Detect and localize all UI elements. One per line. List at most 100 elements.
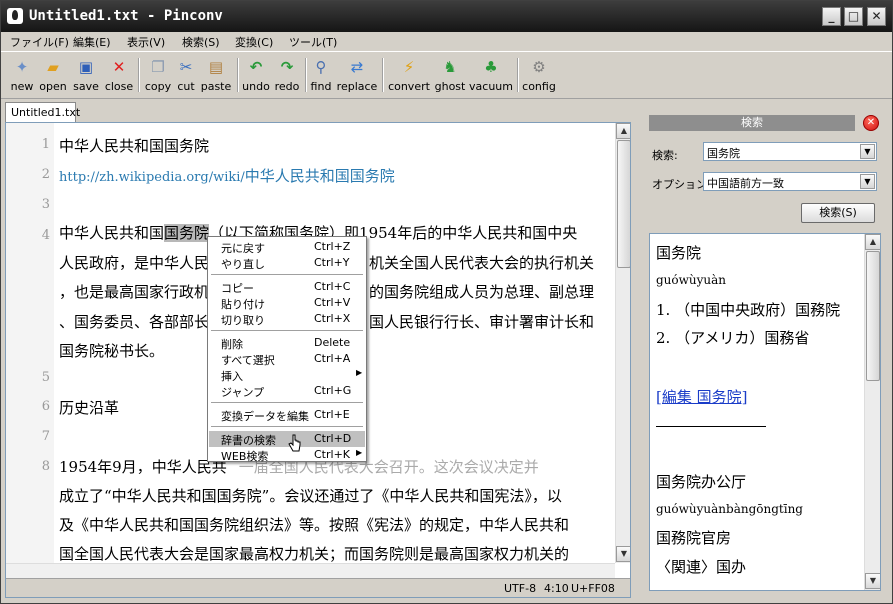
result-definition: 2. （アメリカ）国務省 — [656, 329, 810, 347]
ctx-delete[interactable]: 削除 Delete — [209, 335, 365, 351]
menu-separator — [211, 274, 363, 275]
line-number: 2 — [41, 167, 50, 182]
minimize-button[interactable]: _ — [822, 7, 841, 26]
cut-button[interactable]: ✂ cut — [175, 58, 197, 98]
status-code: U+FF08 — [571, 582, 615, 595]
menu-bar: ファイル(F) 編集(E) 表示(V) 検索(S) 変換(C) ツール(T) — [1, 32, 892, 51]
ctx-edit-conversion-data[interactable]: 変換データを編集 Ctrl+E — [209, 407, 365, 423]
open-button[interactable]: ▰ open — [37, 58, 69, 98]
ctx-paste[interactable]: 貼り付け Ctrl+V — [209, 295, 365, 311]
menu-file[interactable]: ファイル(F) — [10, 34, 69, 50]
ctx-shortcut: Ctrl+Y — [314, 256, 350, 269]
ctx-shortcut: Ctrl+Z — [314, 240, 351, 253]
replace-button[interactable]: ⇄ replace — [335, 58, 379, 98]
ctx-label: コピー — [221, 282, 254, 295]
ctx-jump[interactable]: ジャンプ Ctrl+G — [209, 383, 365, 399]
chevron-down-icon[interactable]: ▼ — [860, 174, 875, 189]
ctx-label: やり直し — [221, 258, 265, 271]
redo-button[interactable]: ↷ redo — [273, 58, 301, 98]
wrap-text: 机关全国人民代表大会的执行机关 — [369, 254, 595, 272]
status-position: 4:10 — [544, 582, 569, 595]
magnifier-icon: ⚲ — [315, 58, 327, 76]
result-scrollbar[interactable]: ▲ ▼ — [864, 234, 880, 590]
toolbar-separator — [305, 58, 307, 92]
copy-button[interactable]: ❐ copy — [143, 58, 173, 98]
edit-entry-link[interactable]: [編集 国务院] — [656, 386, 747, 407]
scroll-down-button[interactable]: ▼ — [865, 573, 880, 589]
toolbar: ✦ new ▰ open ▣ save ✕ close ❐ copy ✂ cut… — [1, 51, 892, 99]
save-label: save — [73, 80, 99, 93]
scroll-up-button[interactable]: ▲ — [865, 234, 880, 250]
copy-label: copy — [144, 80, 172, 93]
config-button[interactable]: ⚙ config — [522, 58, 556, 98]
result-headword: 国务院办公厅 — [656, 473, 747, 491]
result-pinyin: guówùyuànbàngōngtīng — [656, 502, 803, 516]
ctx-select-all[interactable]: すべて選択 Ctrl+A — [209, 351, 365, 367]
ctx-shortcut: Ctrl+X — [314, 312, 351, 325]
mouse-pointer-icon — [288, 434, 301, 452]
clipboard-icon: ▤ — [208, 58, 224, 76]
scroll-thumb[interactable] — [866, 251, 880, 381]
ctx-insert[interactable]: 挿入 ▶ — [209, 367, 365, 383]
search-result-view[interactable]: 国务院 guówùyuàn 1. （中国中央政府）国務院 2. （アメリカ）国務… — [649, 233, 881, 591]
tab-untitled1[interactable]: Untitled1.txt — [5, 102, 80, 122]
scroll-up-button[interactable]: ▲ — [616, 123, 630, 139]
ctx-cut[interactable]: 切り取り Ctrl+X — [209, 311, 365, 327]
paste-button[interactable]: ▤ paste — [199, 58, 233, 98]
line-number: 1 — [41, 137, 50, 152]
window-title: Untitled1.txt - Pinconv — [29, 8, 223, 24]
undo-button[interactable]: ↶ undo — [241, 58, 271, 98]
title-bar[interactable]: Untitled1.txt - Pinconv _ □ ✕ — [1, 1, 892, 32]
option-select[interactable]: 中国語前方一致 ▼ — [703, 172, 877, 191]
scroll-thumb[interactable] — [617, 140, 630, 268]
new-button[interactable]: ✦ new — [9, 58, 35, 98]
save-button[interactable]: ▣ save — [71, 58, 101, 98]
search-panel: 検索 ✕ 検索: 国务院 ▼ オプション: 中国語前方一致 ▼ 検索(S) 国务… — [649, 113, 887, 599]
result-pinyin: guówùyuàn — [656, 273, 727, 287]
app-window: Untitled1.txt - Pinconv _ □ ✕ ファイル(F) 編集… — [0, 0, 893, 604]
chevron-down-icon[interactable]: ▼ — [860, 144, 875, 159]
editor-line-4-wrap: 国务院秘书长。 — [59, 342, 165, 360]
submenu-arrow-icon: ▶ — [356, 448, 363, 457]
panel-close-icon[interactable]: ✕ — [863, 115, 879, 131]
line-number: 8 — [41, 459, 50, 474]
editor-horizontal-scrollbar[interactable] — [6, 563, 615, 578]
editor-line-6: 历史沿革 — [59, 399, 120, 417]
close-label: close — [104, 80, 134, 93]
line-number: 6 — [41, 399, 50, 414]
maximize-button[interactable]: □ — [844, 7, 863, 26]
menu-convert[interactable]: 変換(C) — [235, 34, 273, 50]
ctx-undo[interactable]: 元に戻す Ctrl+Z — [209, 239, 365, 255]
menu-tools[interactable]: ツール(T) — [289, 34, 337, 50]
line-number-gutter: 1 2 3 4 5 6 7 8 — [6, 123, 54, 578]
ctx-copy[interactable]: コピー Ctrl+C — [209, 279, 365, 295]
close-file-button[interactable]: ✕ close — [103, 58, 135, 98]
ctx-label: ジャンプ — [221, 386, 265, 399]
paste-label: paste — [200, 80, 232, 93]
redo-arrow-icon: ↷ — [280, 58, 294, 76]
ctx-shortcut: Ctrl+K — [314, 448, 351, 461]
toolbar-separator — [237, 58, 239, 92]
menu-edit[interactable]: 編集(E) — [73, 34, 111, 50]
undo-label: undo — [242, 80, 270, 93]
ctx-dictionary-search[interactable]: 辞書の検索 Ctrl+D — [209, 431, 365, 447]
ctx-shortcut: Ctrl+E — [314, 408, 350, 421]
convert-button[interactable]: ⚡ convert — [387, 58, 431, 98]
vacuum-button[interactable]: ♣ vacuum — [469, 58, 513, 98]
editor-vertical-scrollbar[interactable]: ▲ ▼ — [615, 123, 630, 563]
ghost-button[interactable]: ♞ ghost — [433, 58, 467, 98]
close-window-button[interactable]: ✕ — [867, 7, 886, 26]
replace-label: replace — [336, 80, 378, 93]
menu-separator — [211, 426, 363, 427]
ctx-redo[interactable]: やり直し Ctrl+Y — [209, 255, 365, 271]
editor-line-8-wrap: 国全国人民代表大会是国家最高权力机关；而国务院则是最高国家权力机关的 — [59, 545, 570, 563]
search-input[interactable]: 国务院 ▼ — [703, 142, 877, 161]
redo-label: redo — [274, 80, 300, 93]
search-button[interactable]: 検索(S) — [801, 203, 875, 223]
menu-search[interactable]: 検索(S) — [182, 34, 220, 50]
lightning-icon: ⚡ — [403, 58, 415, 76]
menu-view[interactable]: 表示(V) — [127, 34, 165, 50]
find-button[interactable]: ⚲ find — [309, 58, 333, 98]
scroll-down-button[interactable]: ▼ — [616, 546, 630, 562]
ctx-web-search[interactable]: WEB検索 Ctrl+K ▶ — [209, 447, 365, 463]
